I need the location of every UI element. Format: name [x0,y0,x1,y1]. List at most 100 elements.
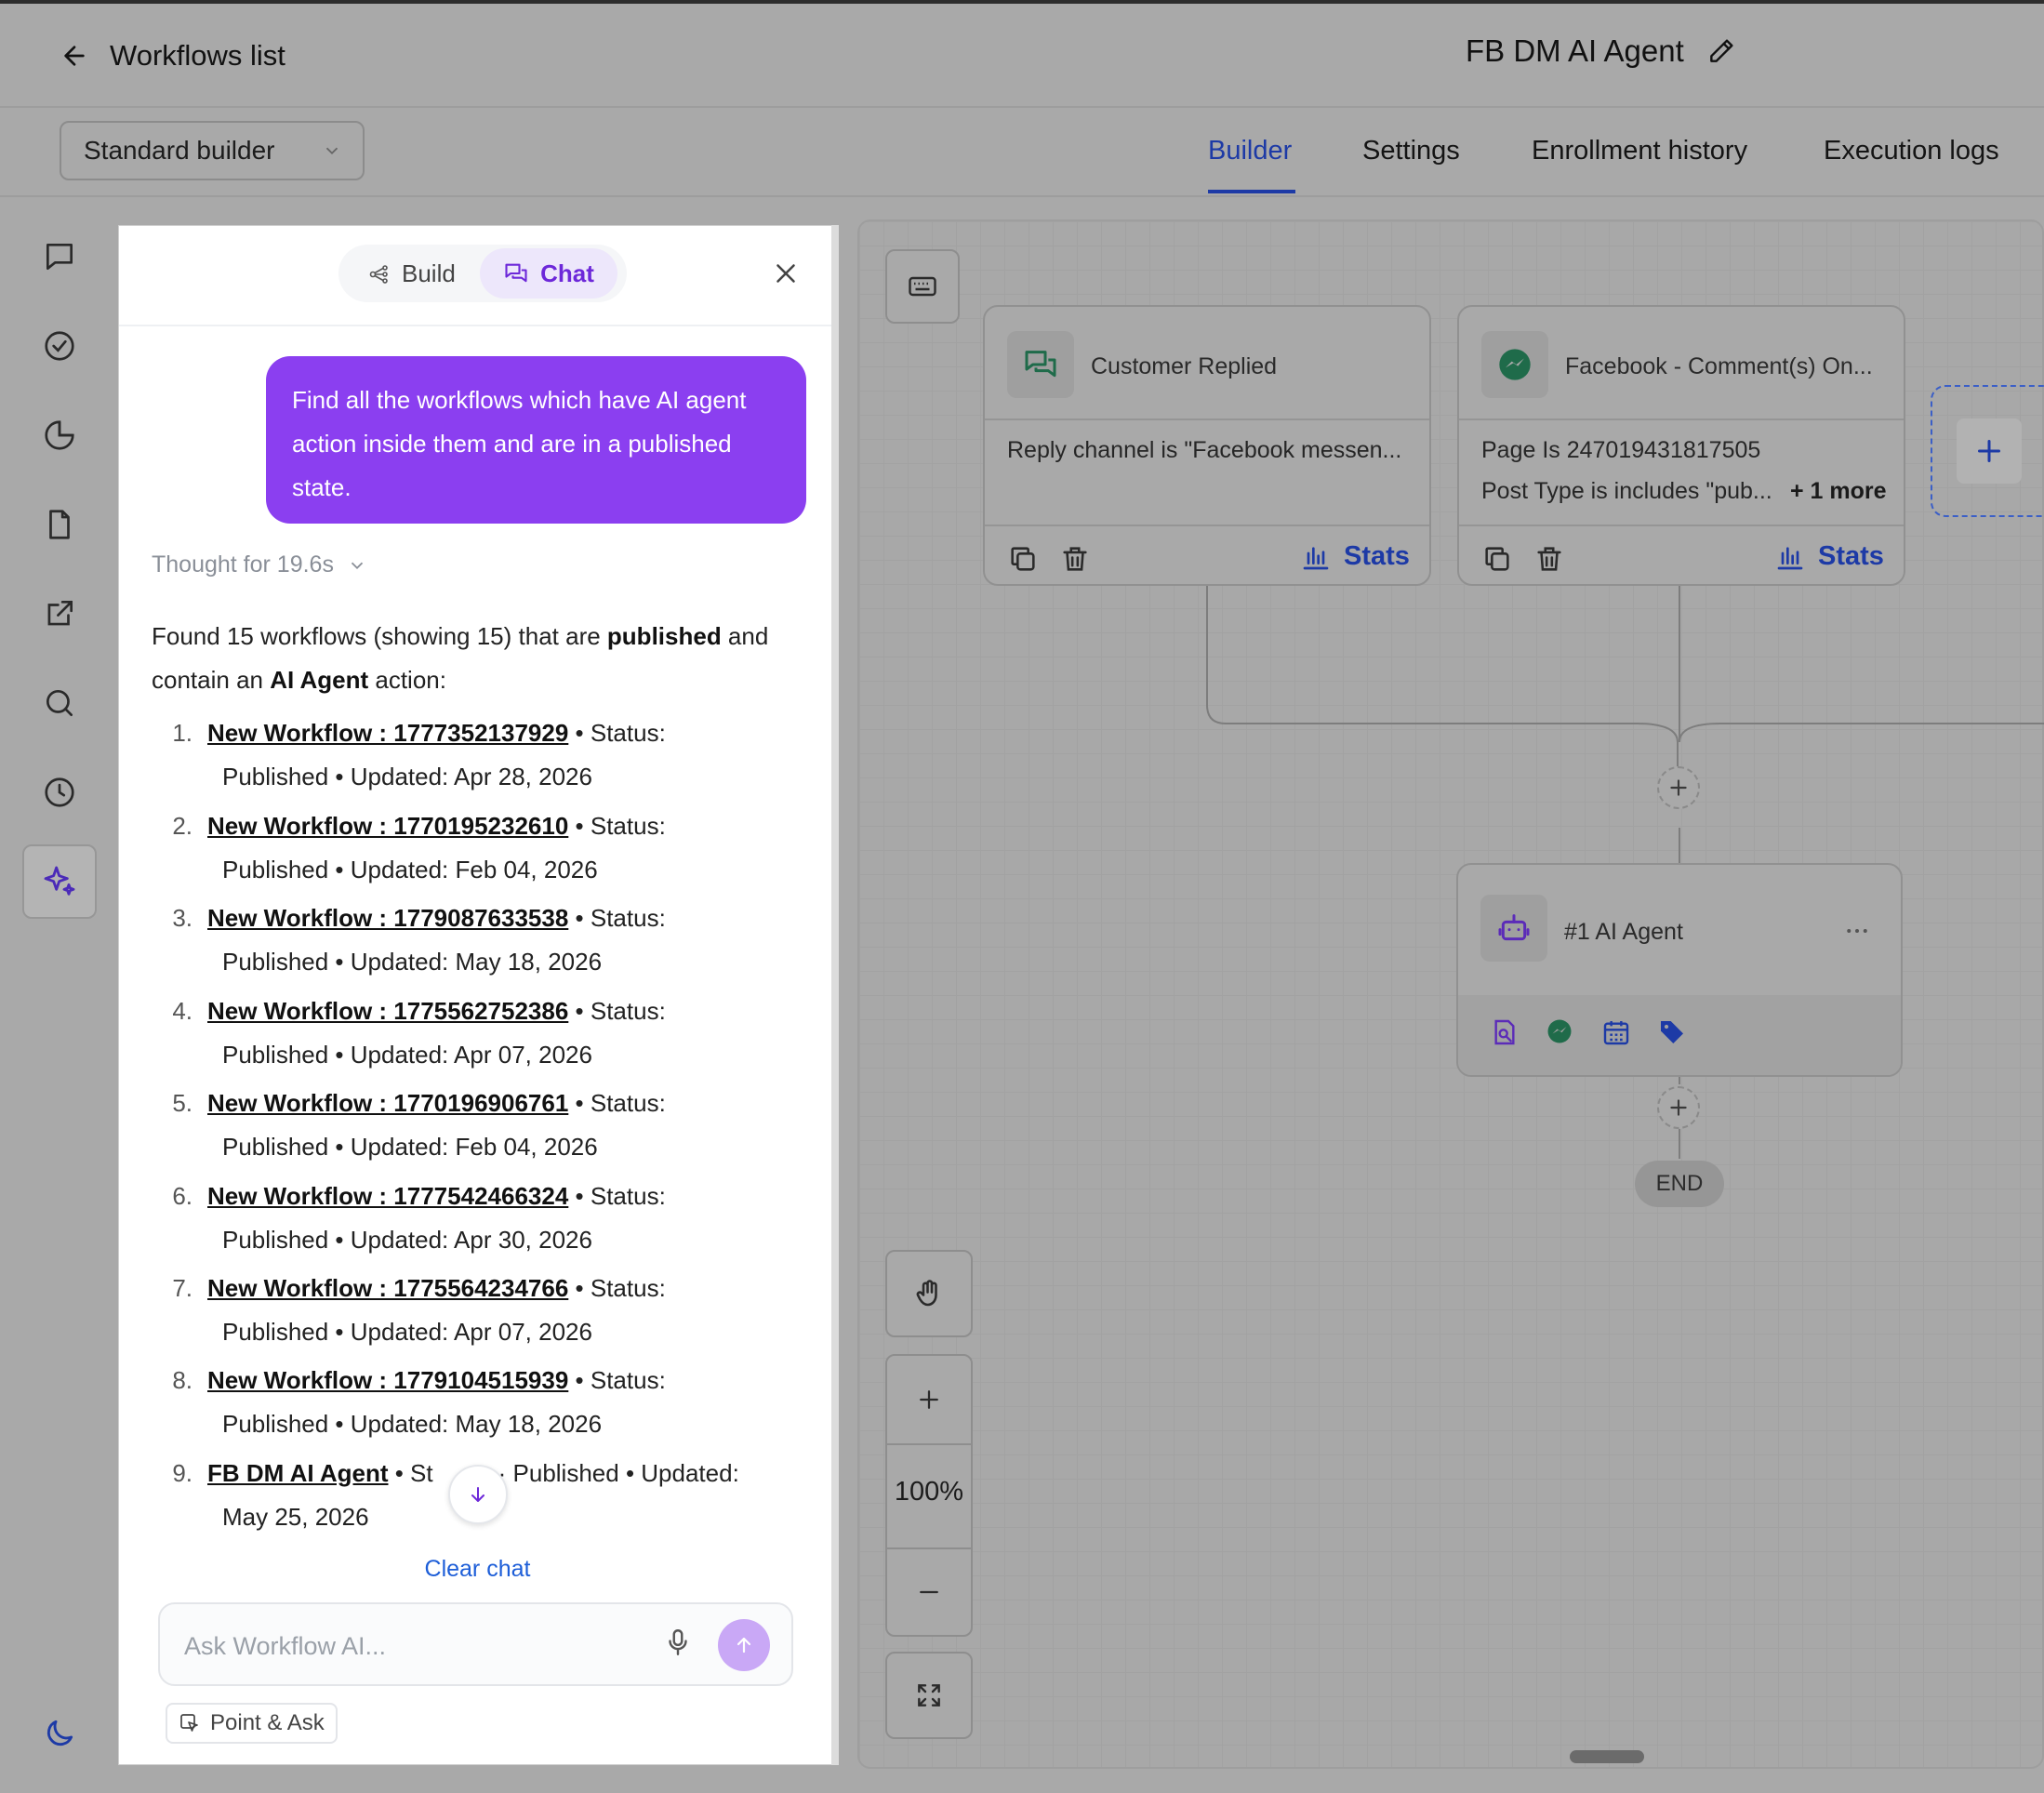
pencil-icon[interactable] [1706,36,1736,66]
add-trigger-card[interactable] [1931,385,2044,517]
status-label: • Status: [575,812,666,840]
workflow-link[interactable]: New Workflow : 1775562752386 [207,997,568,1025]
panel-scrollbar[interactable] [831,225,839,1765]
stats-button[interactable]: Stats [1301,541,1410,572]
tab-build[interactable]: Build [368,259,456,288]
send-button[interactable] [718,1619,770,1671]
plus-icon [915,1386,943,1414]
copy-icon[interactable] [1481,543,1513,575]
status-label: • Status: [575,904,666,932]
chat-replied-icon [1007,331,1074,398]
workflow-link[interactable]: New Workflow : 1779087633538 [207,904,568,932]
sparkles-icon[interactable] [37,859,82,904]
trigger-card-customer-replied[interactable]: Customer Replied Reply channel is "Faceb… [983,305,1431,586]
list-number: 8. [172,1366,192,1394]
add-step-button[interactable] [1657,766,1700,809]
canvas-horizontal-scrollbar[interactable] [1570,1750,1644,1763]
workflow-title-text: FB DM AI Agent [1466,33,1684,68]
thought-toggle[interactable]: Thought for 19.6s [152,551,367,578]
status-label: • St [394,1459,433,1487]
list-item: 3. New Workflow : 1779087633538 • Status:… [152,896,803,984]
flow-nodes-icon [368,263,391,286]
zoom-in-button[interactable] [887,1356,971,1443]
card-divider [985,525,1429,526]
action-title: #1 AI Agent [1564,919,1683,945]
workflow-link[interactable]: New Workflow : 1770196906761 [207,1089,568,1117]
fit-view-button[interactable] [885,1652,973,1739]
cursor-pointer-icon [179,1712,201,1734]
check-circle-icon[interactable] [37,324,82,368]
point-and-ask-button[interactable]: Point & Ask [166,1703,338,1744]
status-detail: Published • Updated: Feb 04, 2026 [222,1133,598,1161]
trash-icon[interactable] [1533,543,1565,575]
tab-chat[interactable]: Chat [480,248,617,299]
pie-chart-icon[interactable] [37,413,82,458]
workflow-link[interactable]: New Workflow : 1775564234766 [207,1274,568,1302]
list-item: 6. New Workflow : 1777542466324 • Status:… [152,1175,803,1262]
zoom-divider [887,1443,971,1445]
expand-icon [914,1680,944,1710]
workflow-title: FB DM AI Agent [1466,33,1736,69]
status-label: • Status: [575,1366,666,1394]
more-options-icon[interactable] [1843,917,1871,945]
tab-execution-logs[interactable]: Execution logs [1824,136,1999,166]
workflow-link[interactable]: FB DM AI Agent [207,1459,389,1487]
arrow-down-icon [467,1483,489,1506]
keyboard-shortcuts-button[interactable] [885,249,960,324]
zoom-out-button[interactable] [887,1549,971,1635]
minus-icon [915,1578,943,1606]
copy-icon[interactable] [1007,543,1039,575]
zoom-level[interactable]: 100% [887,1477,971,1507]
active-tab-indicator [1208,190,1295,193]
more-conditions-link[interactable]: + 1 more [1790,478,1887,505]
workflow-link[interactable]: New Workflow : 1779104515939 [207,1366,568,1394]
tab-enrollment-history[interactable]: Enrollment history [1532,136,1747,166]
ask-workflow-ai-input[interactable] [182,1628,632,1664]
microphone-button[interactable] [662,1627,694,1658]
stats-button[interactable]: Stats [1775,541,1884,572]
workflow-link[interactable]: New Workflow : 1777352137929 [207,719,568,747]
tab-build-label: Build [402,259,456,287]
list-item: 2. New Workflow : 1770195232610 • Status:… [152,804,803,892]
tab-builder[interactable]: Builder [1208,136,1292,166]
status-detail: Published • Updated: May 18, 2026 [222,1410,603,1438]
search-icon[interactable] [37,681,82,725]
robot-icon [1480,895,1547,962]
clear-chat-button[interactable]: Clear chat [119,1556,836,1583]
trash-icon[interactable] [1059,543,1091,575]
bar-chart-icon [1775,542,1805,572]
document-icon[interactable] [37,502,82,547]
pan-tool-button[interactable] [885,1250,973,1337]
chat-bubbles-icon [503,260,529,286]
external-link-icon[interactable] [37,591,82,636]
workflow-link[interactable]: New Workflow : 1770195232610 [207,812,568,840]
card-divider [1459,418,1904,420]
back-to-workflows-link[interactable]: Workflows list [60,39,285,73]
status-detail: Published • Updated: Apr 07, 2026 [222,1041,592,1069]
workflow-link[interactable]: New Workflow : 1777542466324 [207,1182,568,1210]
trigger-card-facebook-comment[interactable]: Facebook - Comment(s) On... Page Is 2470… [1457,305,1905,586]
add-step-button[interactable] [1657,1086,1700,1129]
chat-bubble-icon[interactable] [37,234,82,279]
builder-type-select[interactable]: Standard builder [60,121,365,180]
list-item: 8. New Workflow : 1779104515939 • Status:… [152,1359,803,1446]
history-icon[interactable] [37,770,82,815]
status-label: • Status: [575,719,666,747]
list-number: 2. [172,812,192,840]
intro-text: action: [368,666,446,694]
list-item: 7. New Workflow : 1775564234766 • Status:… [152,1267,803,1354]
messenger-icon [1546,1017,1573,1045]
close-panel-button[interactable] [770,258,802,289]
zoom-controls: 100% [885,1354,973,1637]
hand-icon [912,1277,946,1310]
scroll-to-bottom-button[interactable] [448,1465,508,1524]
intro-bold: AI Agent [270,666,369,694]
action-card-ai-agent[interactable]: #1 AI Agent [1456,863,1903,1077]
trigger-condition: Page Is 247019431817505 [1481,437,1761,463]
card-divider [1459,525,1904,526]
list-number: 4. [172,997,192,1025]
moon-icon[interactable] [37,1711,82,1756]
tab-settings[interactable]: Settings [1362,136,1460,166]
status-label: • Status: [575,997,666,1025]
bar-chart-icon [1301,542,1331,572]
